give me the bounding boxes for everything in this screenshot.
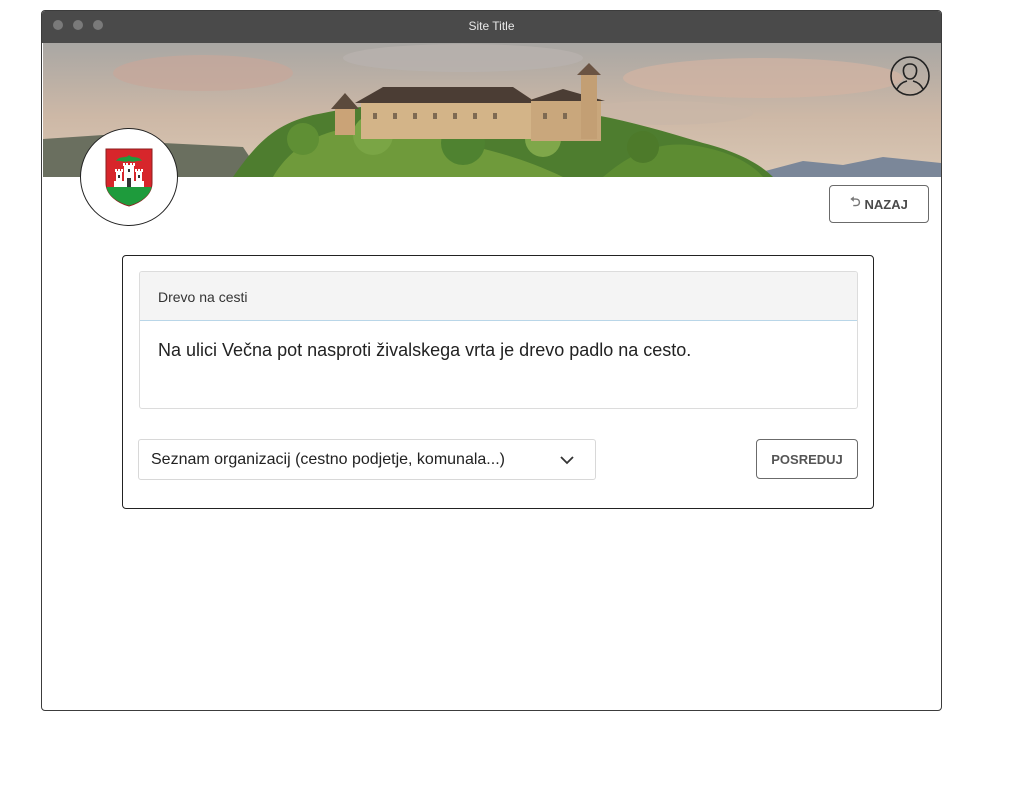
organization-select[interactable]: Seznam organizacij (cestno podjetje, kom… (138, 439, 596, 480)
window-title: Site Title (468, 19, 515, 33)
title-bar: Site Title (42, 11, 941, 43)
browser-window: Site Title ⮌ NAZAJ Drevo na cesti Na uli… (41, 10, 942, 711)
back-button-label: NAZAJ (864, 196, 908, 212)
forward-button-label: POSREDUJ (771, 451, 843, 467)
organization-select-value: Seznam organizacij (cestno podjetje, kom… (151, 450, 505, 468)
report-panel: Drevo na cesti Na ulici Večna pot naspro… (139, 271, 858, 409)
city-crest-icon (105, 148, 153, 207)
header-banner-image (43, 43, 941, 177)
report-title: Drevo na cesti (140, 272, 857, 321)
back-button[interactable]: ⮌ NAZAJ (829, 185, 929, 223)
city-crest-logo (80, 128, 178, 226)
chevron-down-icon (560, 456, 574, 465)
forward-button[interactable]: POSREDUJ (756, 439, 858, 479)
user-profile-icon[interactable] (890, 56, 930, 96)
reply-arrow-icon: ⮌ (850, 194, 861, 209)
report-card: Drevo na cesti Na ulici Večna pot naspro… (122, 255, 874, 509)
report-description: Na ulici Večna pot nasproti živalskega v… (158, 340, 692, 360)
